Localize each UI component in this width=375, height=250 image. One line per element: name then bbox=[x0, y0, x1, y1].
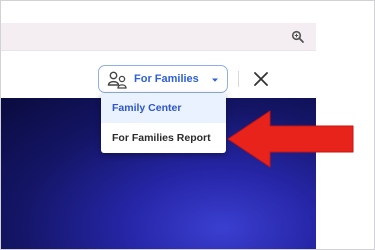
zoom-icon[interactable] bbox=[291, 30, 305, 44]
top-bar bbox=[1, 23, 316, 51]
people-icon bbox=[107, 71, 127, 89]
menu-item-family-center[interactable]: Family Center bbox=[101, 93, 226, 123]
screenshot-frame: For Families Family Center For Families … bbox=[0, 0, 375, 250]
role-switcher-label: For Families bbox=[134, 73, 199, 85]
annotation-arrow-icon bbox=[227, 110, 354, 168]
role-switcher-button[interactable]: For Families bbox=[98, 65, 228, 93]
menu-item-for-families-report[interactable]: For Families Report bbox=[101, 123, 226, 153]
toolbar: For Families bbox=[1, 51, 316, 98]
role-dropdown-menu: Family Center For Families Report bbox=[101, 93, 226, 153]
toolbar-divider bbox=[238, 71, 239, 87]
caret-down-icon bbox=[212, 78, 218, 82]
close-icon[interactable] bbox=[253, 71, 269, 87]
